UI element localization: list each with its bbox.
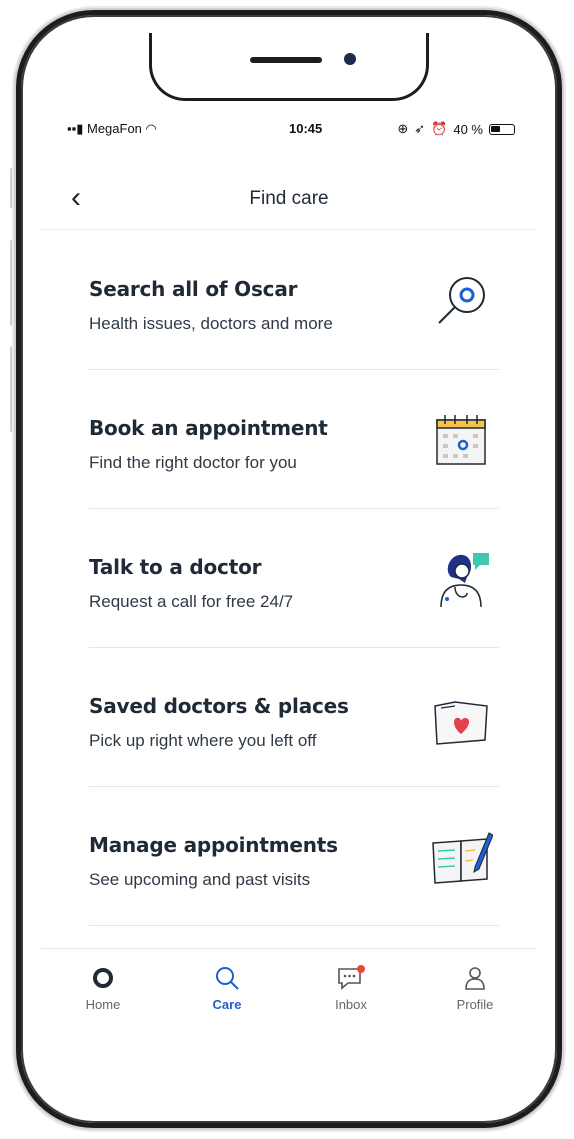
speaker — [250, 57, 322, 63]
option-title: Search all of Oscar — [89, 277, 298, 301]
tab-care[interactable]: Care — [165, 949, 289, 1029]
option-subtitle: See upcoming and past visits — [89, 870, 311, 889]
option-search[interactable]: Search all of Oscar Health issues, docto… — [89, 231, 499, 370]
calendar-icon — [436, 415, 486, 465]
notebook-pen-icon — [432, 832, 493, 884]
status-bar: ▪▪▮ MegaFon ◠ 10:45 ⊕ ➶ ⏰ 40 % — [41, 117, 537, 141]
option-subtitle: Find the right doctor for you — [89, 453, 297, 472]
tab-label: Profile — [456, 997, 494, 1012]
status-time: 10:45 — [289, 121, 323, 136]
option-title: Saved doctors & places — [89, 694, 349, 718]
care-options-list: Search all of Oscar Health issues, docto… — [89, 231, 499, 926]
doctor-chat-icon — [440, 553, 489, 608]
battery-icon — [489, 123, 515, 135]
page-title: Find care — [249, 188, 329, 209]
option-subtitle: Request a call for free 24/7 — [89, 592, 294, 611]
side-button-volume-up — [10, 240, 15, 326]
tab-label: Care — [212, 997, 242, 1012]
tab-profile[interactable]: Profile — [413, 949, 537, 1029]
camera — [344, 53, 356, 65]
screen: ▪▪▮ MegaFon ◠ 10:45 ⊕ ➶ ⏰ 40 % ‹ Find ca… — [41, 33, 537, 1105]
alarm-icon: ⏰ — [431, 121, 448, 136]
home-circle-icon — [93, 968, 113, 988]
search-magnifier-icon — [438, 277, 485, 324]
phone-frame: ▪▪▮ MegaFon ◠ 10:45 ⊕ ➶ ⏰ 40 % ‹ Find ca… — [16, 10, 562, 1128]
option-subtitle: Health issues, doctors and more — [89, 314, 333, 333]
folder-heart-icon — [434, 701, 488, 745]
option-subtitle: Pick up right where you left off — [89, 731, 317, 750]
lock-rotation-icon: ⊕ — [397, 121, 409, 136]
carrier-name: MegaFon — [86, 121, 142, 136]
notch — [149, 33, 429, 101]
search-icon — [216, 967, 239, 990]
option-title: Talk to a doctor — [89, 555, 262, 579]
carrier: ▪▪▮ MegaFon ◠ — [67, 121, 157, 136]
person-icon — [465, 967, 485, 990]
option-title: Book an appointment — [89, 416, 328, 440]
tab-inbox[interactable]: Inbox — [289, 949, 413, 1029]
location-icon: ➶ — [414, 121, 426, 136]
side-button-silent — [10, 168, 15, 208]
tab-label: Home — [85, 997, 121, 1012]
option-book[interactable]: Book an appointment Find the right docto… — [89, 370, 499, 509]
option-title: Manage appointments — [89, 833, 338, 857]
tab-home[interactable]: Home — [41, 949, 165, 1029]
option-manage[interactable]: Manage appointments See upcoming and pas… — [89, 787, 499, 926]
tab-bar: Home Care Inbox Profile — [41, 948, 537, 1029]
option-saved[interactable]: Saved doctors & places Pick up right whe… — [89, 648, 499, 787]
wifi-icon: ◠ — [145, 121, 157, 136]
side-button-volume-down — [10, 346, 15, 432]
nav-header: ‹ Find care — [41, 173, 537, 230]
battery-percent: 40 % — [453, 121, 483, 137]
tab-label: Inbox — [335, 997, 367, 1012]
notification-badge — [357, 965, 365, 973]
status-right: ⊕ ➶ ⏰ 40 % — [397, 121, 515, 137]
option-talk[interactable]: Talk to a doctor Request a call for free… — [89, 509, 499, 648]
chat-bubble-icon — [338, 965, 365, 990]
